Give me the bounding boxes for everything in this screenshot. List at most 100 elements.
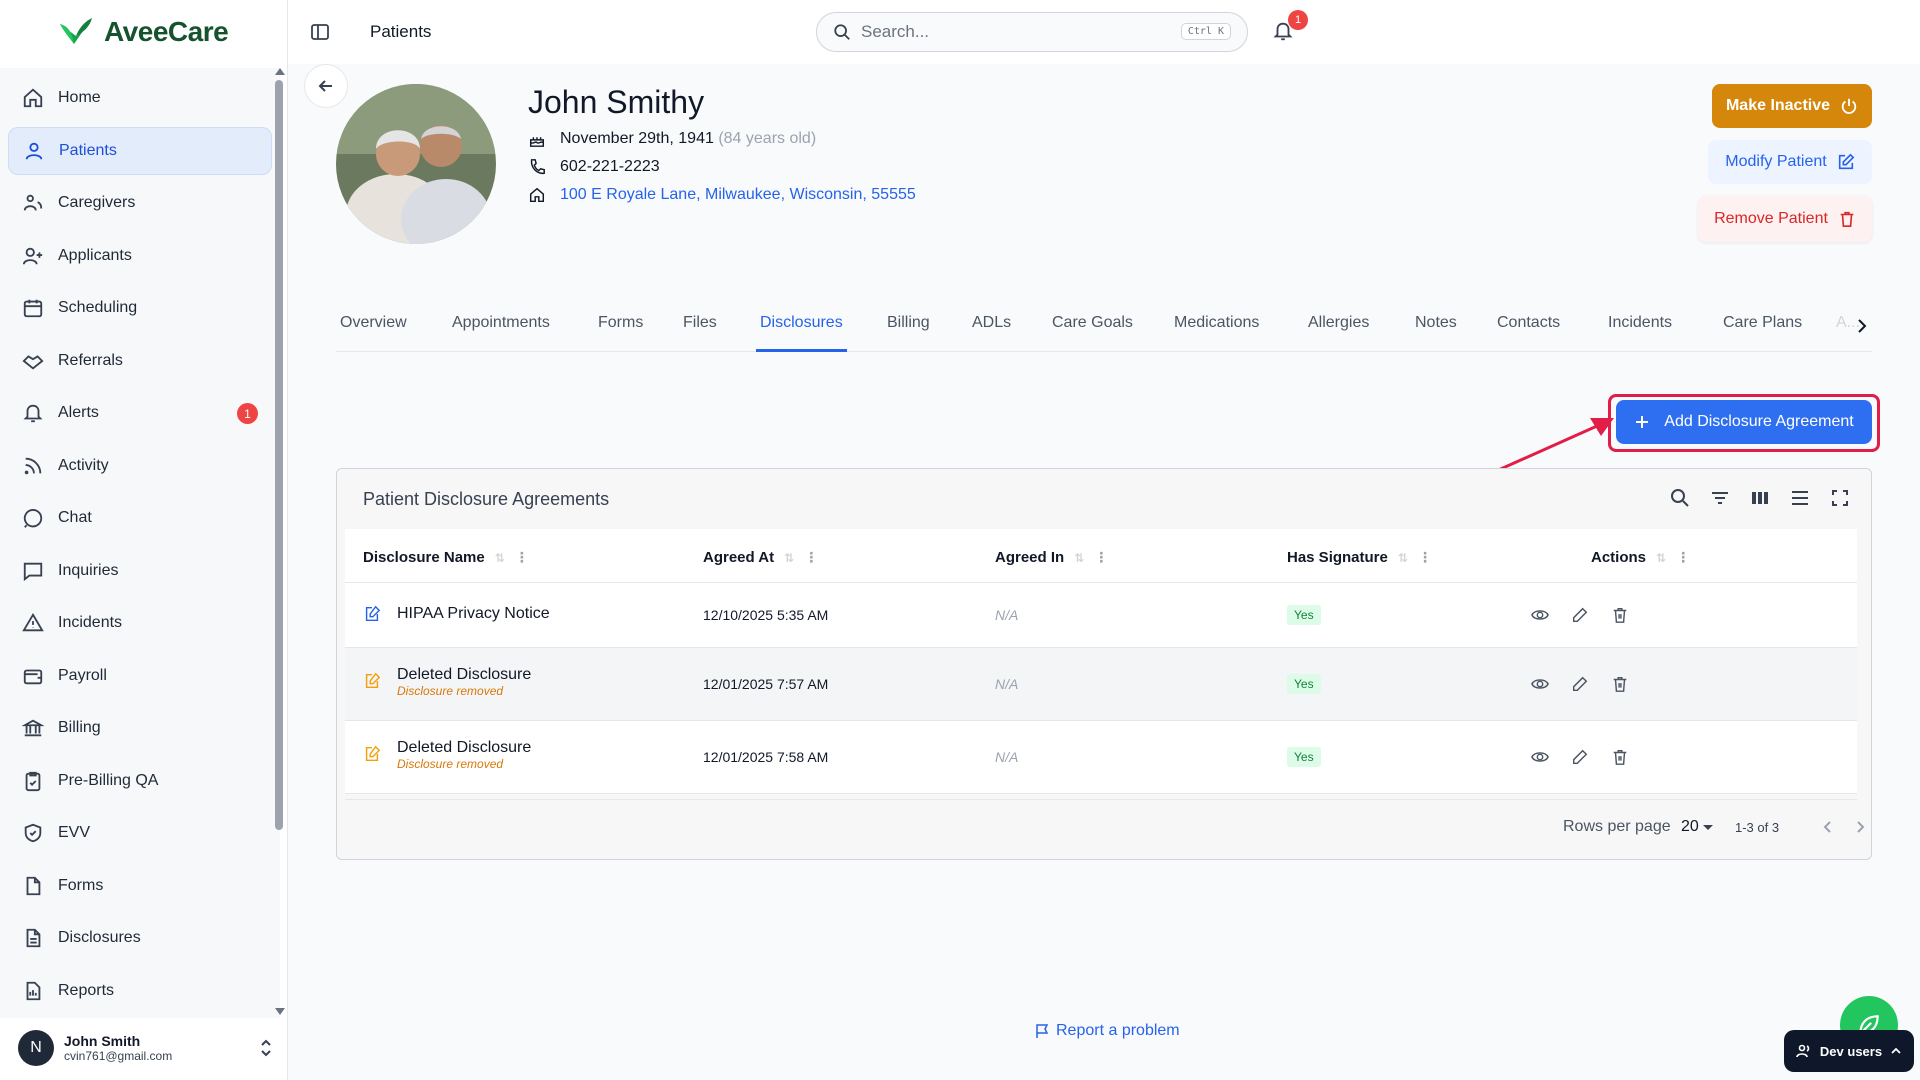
trash-icon[interactable] [1611, 606, 1629, 624]
sidebar-item-scheduling[interactable]: Scheduling [8, 284, 272, 332]
add-disclosure-agreement-button[interactable]: Add Disclosure Agreement [1616, 400, 1872, 444]
handshake-icon [22, 354, 44, 370]
sidebar-item-evv[interactable]: EVV [8, 809, 272, 857]
tab-notes[interactable]: Notes [1415, 314, 1457, 352]
user-name: John Smith [64, 1033, 141, 1049]
rows-per-page-select[interactable]: 20 [1681, 818, 1699, 836]
tab-allergies[interactable]: Allergies [1308, 314, 1369, 352]
sidebar-item-pre-billing-qa[interactable]: Pre-Billing QA [8, 757, 272, 805]
rss-icon [24, 457, 42, 474]
tab-contacts[interactable]: Contacts [1497, 314, 1560, 352]
columns-icon[interactable] [1749, 487, 1771, 509]
sidebar-item-forms[interactable]: Forms [8, 862, 272, 910]
search-input[interactable] [861, 22, 1161, 42]
sidebar: AveeCare Home Patients Caregivers Applic… [0, 0, 288, 1080]
column-menu-icon[interactable]: ⋮ [1094, 549, 1108, 566]
pencil-icon[interactable] [1571, 606, 1589, 624]
sidebar-item-referrals[interactable]: Referrals [8, 337, 272, 385]
add-disclosure-label: Add Disclosure Agreement [1664, 413, 1854, 430]
search-icon[interactable] [1669, 487, 1691, 509]
sidebar-toggle-icon[interactable] [310, 22, 330, 42]
sidebar-item-inquiries[interactable]: Inquiries [8, 547, 272, 595]
sidebar-item-activity[interactable]: Activity [8, 442, 272, 490]
warning-icon [22, 612, 44, 632]
sort-icon[interactable]: ⇅ [1656, 551, 1666, 565]
remove-patient-button[interactable]: Remove Patient [1698, 196, 1872, 242]
signature-badge: Yes [1287, 605, 1321, 625]
pencil-icon[interactable] [1571, 748, 1589, 766]
patient-address-link[interactable]: 100 E Royale Lane, Milwaukee, Wisconsin,… [560, 186, 916, 204]
sidebar-item-caregivers[interactable]: Caregivers [8, 179, 272, 227]
chevron-right-icon[interactable] [1851, 818, 1869, 836]
sort-icon[interactable]: ⇅ [784, 551, 794, 565]
column-menu-icon[interactable]: ⋮ [804, 549, 818, 566]
table-row[interactable]: HIPAA Privacy Notice 12/10/2025 5:35 AM … [345, 583, 1857, 648]
search-bar[interactable]: Ctrl K [816, 12, 1248, 52]
sort-icon[interactable]: ⇅ [1398, 551, 1408, 565]
tab-appointments[interactable]: Appointments [452, 314, 550, 352]
column-header-actions[interactable]: Actions ⇅ ⋮ [1591, 549, 1690, 566]
agreed-in: N/A [995, 607, 1019, 623]
trash-icon[interactable] [1611, 675, 1629, 693]
chevron-up-down-icon[interactable] [258, 1038, 274, 1058]
tab-care-goals[interactable]: Care Goals [1052, 314, 1133, 352]
tab-forms[interactable]: Forms [598, 314, 643, 352]
scroll-down-arrow[interactable] [275, 1008, 285, 1015]
trash-icon [1840, 211, 1854, 228]
column-label: Has Signature [1287, 549, 1388, 566]
sidebar-scrollbar[interactable] [275, 80, 283, 830]
sort-icon[interactable]: ⇅ [1074, 551, 1084, 565]
column-header-has-signature[interactable]: Has Signature ⇅ ⋮ [1287, 549, 1432, 566]
tab-care-plans[interactable]: Care Plans [1723, 314, 1802, 352]
sidebar-item-disclosures[interactable]: Disclosures [8, 914, 272, 962]
chevron-left-icon[interactable] [1819, 818, 1837, 836]
shield-check-icon [24, 823, 42, 843]
column-header-agreed-in[interactable]: Agreed In ⇅ ⋮ [995, 549, 1108, 566]
leaf-logo-icon [60, 18, 92, 44]
tab-adls[interactable]: ADLs [972, 314, 1011, 352]
app-name: AveeCare [104, 16, 229, 47]
column-menu-icon[interactable]: ⋮ [515, 549, 529, 566]
sidebar-item-billing[interactable]: Billing [8, 704, 272, 752]
tab-billing[interactable]: Billing [887, 314, 930, 352]
dev-users-button[interactable]: Dev users [1784, 1030, 1914, 1072]
fullscreen-icon[interactable] [1829, 487, 1851, 509]
column-header-disclosure-name[interactable]: Disclosure Name ⇅ ⋮ [363, 549, 529, 566]
eye-icon[interactable] [1531, 675, 1549, 693]
agreed-at: 12/01/2025 7:57 AM [703, 676, 829, 692]
tab-files[interactable]: Files [683, 314, 717, 352]
eye-icon[interactable] [1531, 748, 1549, 766]
sidebar-item-alerts[interactable]: Alerts 1 [8, 389, 272, 437]
sidebar-item-reports[interactable]: Reports [8, 967, 272, 1015]
sort-icon[interactable]: ⇅ [495, 551, 505, 565]
column-menu-icon[interactable]: ⋮ [1676, 549, 1690, 566]
user-menu[interactable]: N John Smith cvin761@gmail.com [18, 1022, 280, 1074]
column-menu-icon[interactable]: ⋮ [1418, 549, 1432, 566]
app-logo[interactable]: AveeCare [56, 14, 229, 50]
tab-overview[interactable]: Overview [340, 314, 407, 352]
filter-icon[interactable] [1709, 487, 1731, 509]
tab-incidents[interactable]: Incidents [1608, 314, 1672, 352]
tab-disclosures[interactable]: Disclosures [756, 314, 847, 352]
sidebar-item-incidents[interactable]: Incidents [8, 599, 272, 647]
sidebar-item-home[interactable]: Home [8, 74, 272, 122]
caret-down-icon[interactable] [1703, 825, 1713, 830]
sidebar-item-applicants[interactable]: Applicants [8, 232, 272, 280]
eye-icon[interactable] [1531, 606, 1549, 624]
make-inactive-button[interactable]: Make Inactive [1712, 84, 1872, 128]
back-button[interactable] [304, 64, 348, 108]
table-row[interactable]: Deleted Disclosure Disclosure removed 12… [345, 648, 1857, 721]
density-icon[interactable] [1789, 487, 1811, 509]
modify-patient-button[interactable]: Modify Patient [1708, 140, 1872, 184]
sidebar-item-chat[interactable]: Chat [8, 494, 272, 542]
table-row[interactable]: Deleted Disclosure Disclosure removed 12… [345, 721, 1857, 794]
chevron-right-icon[interactable] [1852, 316, 1872, 336]
tab-medications[interactable]: Medications [1174, 314, 1259, 352]
report-problem-link[interactable]: Report a problem [1034, 1022, 1180, 1040]
sidebar-item-patients[interactable]: Patients [8, 126, 272, 175]
trash-icon[interactable] [1611, 748, 1629, 766]
sidebar-item-payroll[interactable]: Payroll [8, 652, 272, 700]
pencil-icon[interactable] [1571, 675, 1589, 693]
scroll-up-arrow[interactable] [275, 68, 285, 75]
column-header-agreed-at[interactable]: Agreed At ⇅ ⋮ [703, 549, 818, 566]
